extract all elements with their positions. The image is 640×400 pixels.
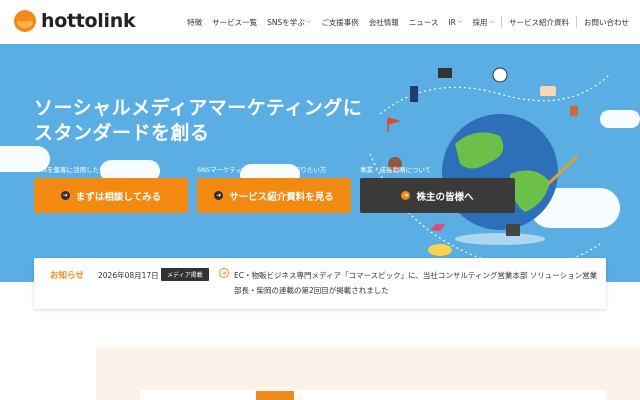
nav-divider bbox=[576, 16, 577, 28]
nav-item-contact[interactable]: お問い合わせ bbox=[579, 17, 634, 28]
shareholders-button[interactable]: ➜ 株主の皆様へ bbox=[360, 178, 515, 213]
nav-item-company[interactable]: 会社情報 bbox=[364, 17, 404, 28]
cta-caption-docs: SNSマーケティング支援について知りたい方 bbox=[197, 166, 327, 174]
trousers-icon bbox=[410, 86, 418, 102]
chevron-down-icon: ⌵ bbox=[306, 18, 312, 25]
nav-label: サービス一覧 bbox=[212, 17, 258, 27]
cta-caption-shareholders: 事業・成長戦略について bbox=[360, 166, 432, 174]
hero-title: ソーシャルメディアマーケティングに スタンダードを創る bbox=[34, 96, 362, 146]
heart-icon bbox=[430, 223, 445, 231]
nav-item-learn-sns[interactable]: SNSを学ぶ ⌵ bbox=[262, 17, 316, 28]
news-link[interactable]: EC・物販ビジネス専門メディア「コマースピック」に、当社コンサルティング営業本部… bbox=[234, 268, 604, 298]
cake-icon bbox=[540, 86, 556, 96]
nav-label: サービス紹介資料 bbox=[509, 17, 569, 27]
arrow-right-icon: ➜ bbox=[401, 191, 411, 200]
soccer-ball-icon bbox=[492, 67, 508, 83]
service-docs-button[interactable]: ➜ サービス紹介資料を見る bbox=[197, 178, 351, 213]
nav-label: ご支援事例 bbox=[321, 17, 359, 27]
nav-label: 採用 bbox=[472, 17, 488, 27]
plant-icon bbox=[570, 106, 578, 116]
nav-item-ir[interactable]: IR ⌵ bbox=[443, 18, 467, 27]
site-header: hottolink 特徴 サービス一覧 SNSを学ぶ ⌵ ご支援事例 会社情報 ニ… bbox=[0, 0, 640, 44]
shareholders-button-label: 株主の皆様へ bbox=[416, 191, 474, 203]
camera-icon bbox=[506, 224, 520, 236]
nav-label: IR bbox=[448, 17, 456, 27]
nav-label: お問い合わせ bbox=[584, 17, 629, 27]
arrow-right-icon: ➜ bbox=[60, 191, 70, 200]
lower-tab-accent bbox=[256, 391, 294, 400]
nav-item-features[interactable]: 特徴 bbox=[182, 17, 207, 28]
logo-mark-icon bbox=[14, 10, 36, 32]
arrow-right-icon: ➜ bbox=[214, 191, 224, 200]
consult-button-label: まずは相談してみる bbox=[75, 191, 162, 203]
nav-label: SNSを学ぶ bbox=[267, 17, 305, 27]
cta-caption-consult: SNSを集客に活用したい方 bbox=[34, 166, 113, 174]
logo-text: hottolink bbox=[41, 10, 136, 32]
chevron-down-icon: ⌵ bbox=[457, 18, 463, 25]
nav-item-cases[interactable]: ご支援事例 bbox=[316, 17, 364, 28]
news-date: 2026年08月17日 bbox=[98, 271, 159, 280]
nav-label: 特徴 bbox=[187, 17, 203, 27]
nav-item-news[interactable]: ニュース bbox=[404, 17, 444, 28]
nav-item-recruit[interactable]: 採用 ⌵ bbox=[467, 17, 499, 28]
nav-label: ニュース bbox=[408, 17, 439, 27]
logo[interactable]: hottolink bbox=[14, 10, 136, 32]
nav-divider bbox=[501, 16, 502, 28]
page: hottolink 特徴 サービス一覧 SNSを学ぶ ⌵ ご支援事例 会社情報 ニ… bbox=[0, 0, 640, 400]
main-nav: 特徴 サービス一覧 SNSを学ぶ ⌵ ご支援事例 会社情報 ニュース IR ⌵ 採用… bbox=[182, 0, 634, 44]
clapperboard-icon bbox=[438, 68, 452, 78]
globe-shadow bbox=[455, 233, 545, 245]
nav-item-services[interactable]: サービス一覧 bbox=[207, 17, 262, 28]
hero-title-line2: スタンダードを創る bbox=[34, 122, 210, 144]
nav-label: 会社情報 bbox=[368, 17, 399, 27]
consult-button[interactable]: ➜ まずは相談してみる bbox=[34, 178, 188, 213]
hero-title-line1: ソーシャルメディアマーケティングに bbox=[34, 97, 363, 119]
lower-card bbox=[140, 390, 606, 400]
arrow-right-icon: ➜ bbox=[219, 268, 229, 278]
nav-item-service-docs[interactable]: サービス紹介資料 bbox=[504, 17, 574, 28]
hero-section: ソーシャルメディアマーケティングに スタンダードを創る SNSを集客に活用したい… bbox=[0, 44, 640, 282]
news-label: お知らせ bbox=[50, 271, 84, 281]
news-category-badge: メディア掲載 bbox=[161, 268, 209, 281]
flag-icon bbox=[387, 117, 401, 132]
chevron-down-icon: ⌵ bbox=[489, 18, 494, 25]
omelette-icon bbox=[428, 244, 452, 256]
service-docs-button-label: サービス紹介資料を見る bbox=[229, 191, 334, 203]
news-bar: お知らせ 2026年08月17日 メディア掲載 ➜ EC・物販ビジネス専門メディ… bbox=[34, 258, 606, 309]
